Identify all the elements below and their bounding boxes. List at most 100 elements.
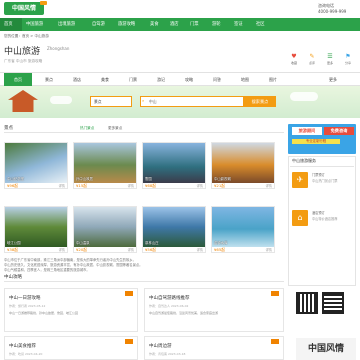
spot-detail-link[interactable]: 详情 (59, 247, 65, 252)
article-title: 中山美食推荐 (9, 344, 36, 349)
spot-name: 中山温泉 (76, 241, 90, 245)
nav-item-home[interactable]: 首页 (0, 18, 22, 31)
tab-hotels[interactable]: 酒店 (64, 73, 90, 86)
page-title: 中山旅游 (4, 47, 41, 57)
spot-price: ¥38起 (7, 247, 19, 252)
guide-article[interactable]: 中山周边游 作者：背包客 2023-03-18 (144, 336, 284, 360)
guide-article[interactable]: 中山一日游攻略 作者：旅行者 2023-05-12 中山一日游推荐路线，孙中山故… (4, 288, 138, 332)
spot-photo (143, 143, 205, 183)
cloud-decoration (290, 92, 318, 101)
guide-article[interactable]: 中山美食推荐 作者：吃货 2023-04-20 (4, 336, 138, 360)
spot-detail-link[interactable]: 详情 (59, 183, 65, 188)
review-button[interactable]: ✎ 点评 (304, 53, 320, 67)
spot-card[interactable]: 中山影视城 ¥21起 详情 (211, 142, 275, 189)
spot-name: 詹园 (145, 177, 152, 181)
spot-price: ¥21起 (214, 183, 226, 188)
article-meta: 作者：自驾达人 2023-06-02 (149, 304, 189, 308)
spot-detail-link[interactable]: 详情 (128, 247, 134, 252)
article-tag (125, 339, 133, 344)
heart-icon: ♥ (291, 53, 297, 60)
tab-food[interactable]: 美食 (92, 73, 118, 86)
nav-item-community[interactable]: 社区 (256, 18, 265, 31)
top-bar (0, 0, 360, 18)
spot-card[interactable]: 泉林山庄 ¥56起 详情 (142, 206, 206, 253)
service-box-title: 中山旅游服务 (292, 158, 316, 163)
nav-item-guides[interactable]: 旅游攻略 (118, 18, 135, 31)
tab-guide[interactable]: 攻略 (176, 73, 202, 86)
nav-item-selfdrive[interactable]: 自驾游 (92, 18, 105, 31)
main-nav: 首页 中国旅游 出境旅游 自驾游 旅游攻略 美食 酒店 门票 游轮 签证 社区 (0, 18, 360, 31)
city-subtitle: 广东省 中山市 旅游攻略 (4, 59, 43, 63)
spot-detail-link[interactable]: 详情 (128, 183, 134, 188)
nav-item-visa[interactable]: 签证 (234, 18, 243, 31)
service-item-title[interactable]: 酒店预订 (312, 211, 325, 216)
search-input[interactable]: 中山 (140, 96, 244, 107)
spot-card[interactable]: 詹园 ¥68起 详情 (142, 142, 206, 189)
spot-detail-link[interactable]: 详情 (197, 247, 203, 252)
spot-card[interactable]: 岐江公园 ¥38起 详情 (4, 206, 68, 253)
tab-tickets[interactable]: 门票 (120, 73, 146, 86)
hotline-number: 4000-999-999 (318, 9, 347, 14)
tab-map[interactable]: 地图 (232, 73, 258, 86)
spot-price: ¥68起 (145, 183, 157, 188)
service-item-desc: 中山特价酒店推荐 (312, 217, 338, 221)
tab-home[interactable]: 首页 (4, 73, 32, 86)
ticket-icon[interactable]: ✈ (292, 172, 308, 188)
hotel-icon[interactable]: ⌂ (292, 210, 308, 226)
nav-item-hotel[interactable]: 酒店 (170, 18, 179, 31)
spot-detail-link[interactable]: 详情 (266, 247, 272, 252)
tab-more[interactable]: 更多 (318, 73, 348, 86)
guide-article[interactable]: 中山自驾游路线推荐 作者：自驾达人 2023-06-02 中山自驾游最佳路线，沿… (144, 288, 284, 332)
share-button[interactable]: ⚑ 分享 (340, 53, 356, 67)
tab-spots[interactable]: 景点 (36, 73, 62, 86)
spot-name: 泉林山庄 (145, 241, 159, 245)
favorite-button[interactable]: ♥ 收藏 (286, 53, 302, 67)
spot-card[interactable]: 孙中山故居 ¥15起 详情 (73, 142, 137, 189)
nav-item-tickets[interactable]: 门票 (190, 18, 199, 31)
search-category-select[interactable]: 景点 (90, 96, 132, 107)
search-icon: ⌕ (142, 98, 145, 103)
nav-item-domestic[interactable]: 中国旅游 (26, 18, 43, 31)
service-item-title[interactable]: 门票预订 (312, 173, 325, 178)
city-pinyin: Zhongshan (47, 46, 70, 51)
favorite-label: 收藏 (290, 61, 297, 65)
nav-item-outbound[interactable]: 出境旅游 (58, 18, 75, 31)
article-excerpt: 中山自驾游最佳路线，沿途风景优美，适合家庭出游 (149, 311, 219, 315)
tab-photos[interactable]: 图片 (260, 73, 286, 86)
article-meta: 作者：吃货 2023-04-20 (9, 352, 43, 356)
link-more-spots[interactable]: 更多景点 (108, 126, 122, 131)
ad-subline: 专业定制行程 (292, 139, 340, 144)
article-tag (271, 339, 279, 344)
spot-price: ¥56起 (145, 247, 157, 252)
pencil-icon: ✎ (309, 53, 315, 60)
more-button[interactable]: ☰ 更多 (322, 53, 338, 67)
link-hot-spots[interactable]: 热门景点 (80, 126, 94, 131)
nav-item-cruise[interactable]: 游轮 (212, 18, 221, 31)
flag-icon: ⚑ (345, 53, 351, 60)
spot-price: ¥15起 (76, 183, 88, 188)
spot-card[interactable]: 金钟水库 ¥65起 详情 (211, 206, 275, 253)
tab-travelogue[interactable]: 游记 (148, 73, 174, 86)
article-meta: 作者：背包客 2023-03-18 (149, 352, 186, 356)
service-item-desc: 中山热门景点门票 (312, 179, 338, 183)
qr-code (296, 292, 318, 314)
divider (4, 132, 284, 133)
spot-card[interactable]: 中山温泉 ¥20起 详情 (73, 206, 137, 253)
article-tag (125, 291, 133, 296)
article-title: 中山一日游攻略 (9, 296, 41, 301)
spot-name: 中山影视城 (214, 177, 231, 181)
spot-detail-link[interactable]: 详情 (266, 183, 272, 188)
bottom-banner[interactable]: 中国风情 (296, 338, 356, 360)
spot-card[interactable]: 中山纪念堂 ¥96起 详情 (4, 142, 68, 189)
breadcrumb[interactable]: 您的位置：首页 > 中山旅游 (4, 34, 49, 39)
divider (290, 166, 354, 167)
article-tag (271, 291, 279, 296)
spot-detail-link[interactable]: 详情 (197, 183, 203, 188)
spot-price: ¥96起 (7, 183, 19, 188)
share-label: 分享 (344, 61, 351, 65)
tab-qa[interactable]: 问答 (204, 73, 230, 86)
spot-name: 中山纪念堂 (7, 177, 24, 181)
site-logo[interactable]: 中国风情 (4, 2, 44, 15)
nav-item-food[interactable]: 美食 (150, 18, 159, 31)
search-button[interactable]: 搜索景点 (244, 96, 276, 107)
